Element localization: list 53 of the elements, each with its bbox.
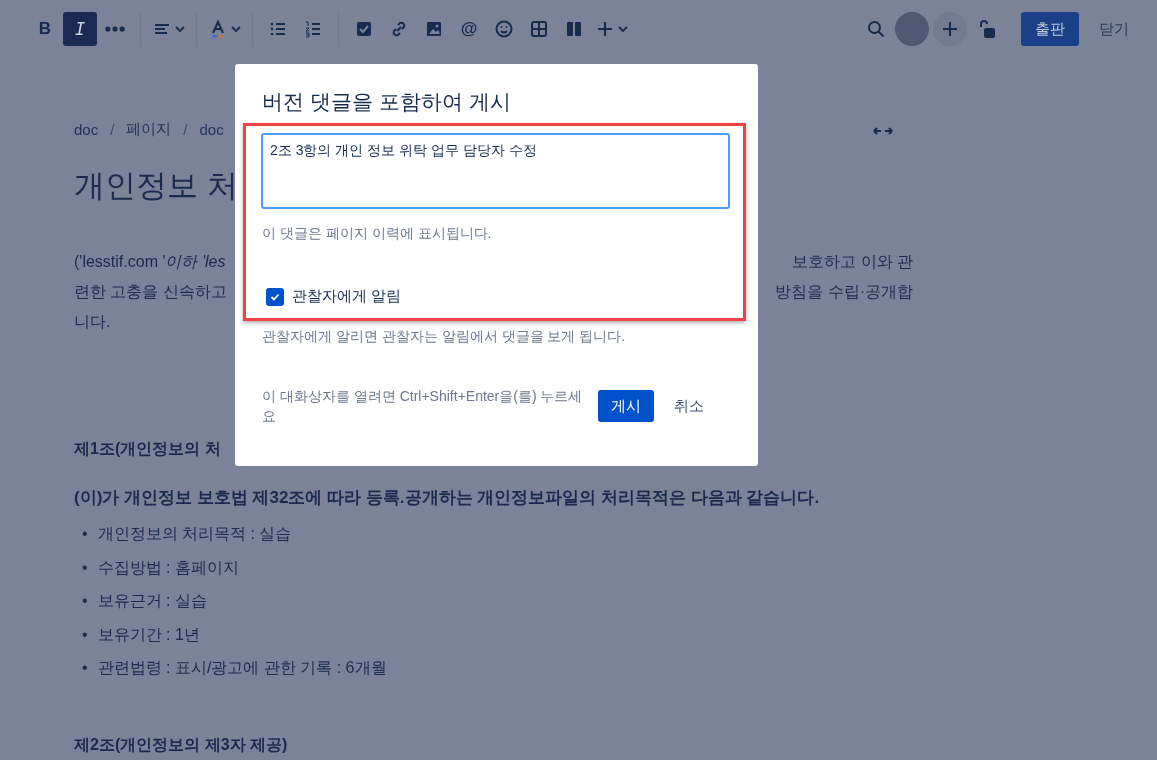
comment-field[interactable]: 2조 3항의 개인 정보 위탁 업무 담당자 수정 bbox=[261, 133, 730, 209]
bullet: • bbox=[82, 658, 88, 679]
breadcrumb-separator: / bbox=[183, 121, 188, 138]
bold-button[interactable]: B bbox=[28, 12, 62, 46]
list-item: 관련법령 : 표시/광고에 관한 기록 : 6개월 bbox=[97, 658, 387, 679]
bullet: • bbox=[82, 591, 88, 612]
italic-button[interactable]: I bbox=[63, 12, 97, 46]
breadcrumb-link[interactable]: doc bbox=[74, 121, 99, 138]
smiley-icon bbox=[494, 19, 514, 39]
table-icon bbox=[529, 19, 549, 39]
bullet: • bbox=[82, 557, 88, 578]
notify-description: 관찰자에게 알리면 관찰자는 알림에서 댓글을 보게 됩니다. bbox=[262, 328, 627, 346]
notify-checkbox[interactable] bbox=[266, 287, 284, 306]
section-text: (이)가 개인정보 보호법 제32조에 따라 등록.공개하는 개인정보파일의 처리목적은 다음과 같습니다. bbox=[74, 487, 821, 509]
list-item: 개인정보의 처리목적 : 실습 bbox=[97, 524, 292, 544]
close-button[interactable]: 닫기 bbox=[1089, 19, 1139, 39]
columns-icon bbox=[564, 19, 584, 39]
paragraph-text: 방침을 수립·공개합 bbox=[775, 282, 913, 302]
check-icon bbox=[270, 291, 280, 302]
breadcrumb-link[interactable]: doc bbox=[199, 121, 224, 138]
caret-icon bbox=[618, 24, 628, 34]
list-item: 보유근거 : 실습 bbox=[97, 591, 207, 612]
bullet: • bbox=[82, 524, 88, 544]
section-heading: 제2조(개인정보의 제3자 제공) bbox=[74, 734, 289, 755]
image-icon bbox=[424, 19, 444, 39]
checkbox-label[interactable]: 관찰자에게 알림 bbox=[292, 287, 402, 306]
list-item: 보유기간 : 1년 bbox=[97, 624, 200, 645]
page-title: 개인정보 처 bbox=[74, 167, 238, 205]
caret-icon bbox=[175, 24, 185, 34]
mention-button[interactable]: @ bbox=[452, 12, 486, 46]
breadcrumb-link[interactable]: 페이지 bbox=[126, 120, 172, 139]
paragraph-text: 니다. bbox=[74, 312, 111, 332]
publish-button[interactable]: 게시 bbox=[598, 390, 654, 422]
numbered-list-icon bbox=[303, 19, 323, 39]
bullet: • bbox=[82, 624, 88, 645]
list-item: 수집방법 : 홈페이지 bbox=[97, 557, 239, 578]
search-icon[interactable] bbox=[867, 20, 885, 38]
paragraph-text: 보호하고 이와 관 bbox=[792, 252, 913, 272]
dialog-title: 버전 댓글을 포함하여 게시 bbox=[262, 89, 512, 115]
plus-icon bbox=[942, 21, 958, 37]
publish-button[interactable]: 출판 bbox=[1021, 12, 1079, 46]
paragraph-text: 련한 고충을 신속하고 bbox=[74, 282, 227, 302]
add-collaborator-button[interactable] bbox=[933, 12, 967, 46]
section-heading: 제1조(개인정보의 처 bbox=[74, 439, 222, 459]
checkbox-icon bbox=[354, 19, 374, 39]
caret-icon bbox=[231, 24, 241, 34]
paragraph-text: ('lesstif.com '이하 'les bbox=[74, 252, 226, 272]
shortcut-hint: 이 대화상자를 열려면 Ctrl+Shift+Enter을(를) 누르세요 bbox=[262, 387, 584, 426]
breadcrumb-separator: / bbox=[110, 121, 115, 138]
comment-hint: 이 댓글은 페이지 이력에 표시됩니다. bbox=[262, 225, 493, 243]
more-icon bbox=[105, 26, 125, 32]
cancel-button[interactable]: 취소 bbox=[668, 395, 710, 417]
plus-icon bbox=[595, 19, 615, 39]
